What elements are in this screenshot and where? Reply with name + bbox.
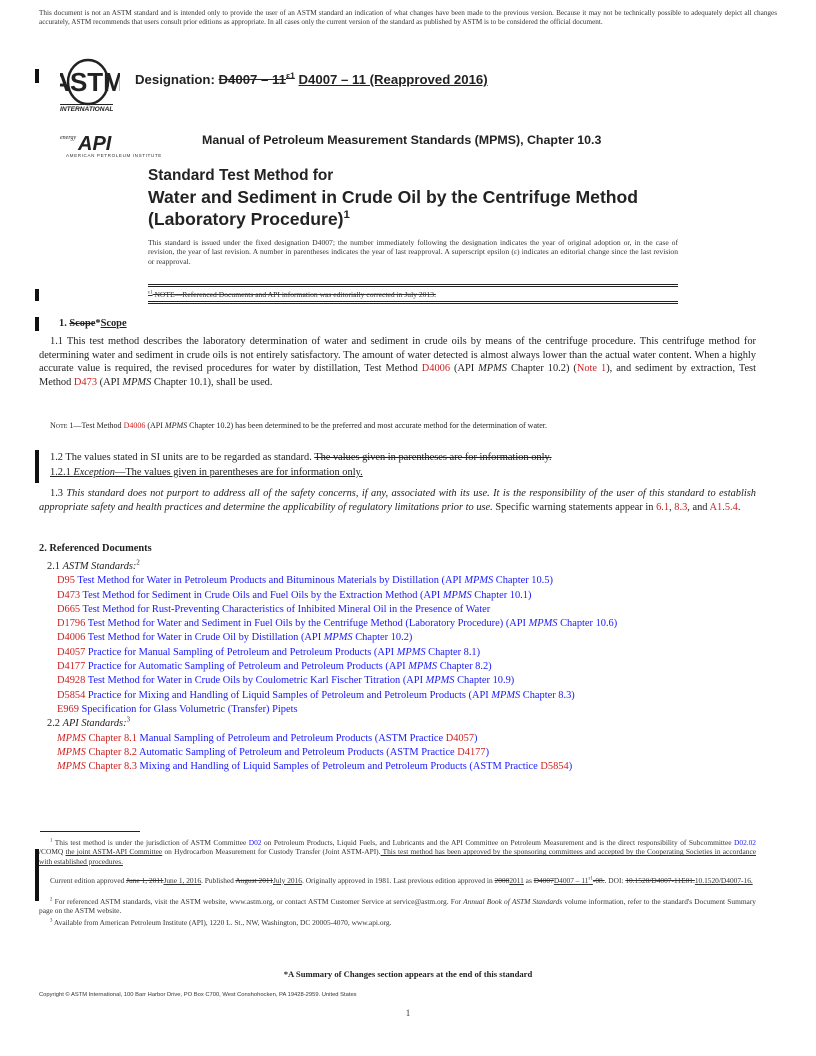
title-line-1: Standard Test Method for [148,167,334,184]
api-logo-caption: AMERICAN PETROLEUM INSTITUTE [66,153,162,158]
ref-chapter-link[interactable]: MPMS Chapter 8.3 [57,761,137,772]
ref-code-link[interactable]: D4928 [57,675,85,686]
designation-new: D4007 – 11 (Reapproved 2016) [298,72,488,87]
change-bar [35,317,39,331]
paragraph-1-2: 1.2 The values stated in SI units are to… [50,452,552,463]
link-6-1[interactable]: 6.1 [656,502,669,513]
change-bar [35,69,39,83]
ref-title: Test Method for Water in Crude Oils by C… [87,675,515,687]
astm-reference-item: D665 Test Method for Rust-Preventing Cha… [57,603,756,617]
ref-code-link[interactable]: D1796 [57,618,85,629]
astm-reference-item: D1796 Test Method for Water and Sediment… [57,617,756,631]
paragraph-1-2-1: 1.2.1 Exception—The values given in pare… [50,467,363,478]
ref-chapter-link[interactable]: MPMS Chapter 8.1 [57,733,137,744]
astm-reference-item: E969 Specification for Glass Volumetric … [57,703,756,717]
ref-code-link[interactable]: D5854 [57,690,85,701]
mpms-chapter-line: Manual of Petroleum Measurement Standard… [202,133,602,147]
ref-title: Practice for Manual Sampling of Petroleu… [87,646,481,658]
link-d02-02[interactable]: D02.02 [734,838,756,847]
epsilon-note: ε1 NOTE—Referenced Documents and API inf… [148,290,436,299]
ref-title: Test Method for Water and Sediment in Fu… [87,618,618,630]
ref-title: Test Method for Rust-Preventing Characte… [82,603,491,615]
ref-code-link[interactable]: D4057 [57,647,85,658]
link-d4006[interactable]: D4006 [422,363,450,374]
ref-title: Specification for Glass Volumetric (Tran… [81,703,298,715]
designation-old: D4007 – 11ε1 [218,70,295,87]
astm-standards-label: 2.1 ASTM Standards:2 [47,559,140,572]
link-d02[interactable]: D02 [249,838,262,847]
ref-title: Test Method for Water in Petroleum Produ… [77,575,553,587]
summary-of-changes-note: *A Summary of Changes section appears at… [283,969,533,979]
disclaimer-text: This document is not an ASTM standard an… [39,9,777,26]
link-d473[interactable]: D473 [74,377,97,388]
svg-text:energy: energy [60,135,76,141]
ref-title: Automatic Sampling of Petroleum and Petr… [136,746,490,758]
astm-reference-item: D473 Test Method for Sediment in Crude O… [57,589,756,603]
paragraph-1-1: 1.1 This test method describes the labor… [39,336,756,388]
ref-code-link[interactable]: D4006 [57,632,85,643]
designation: Designation: D4007 – 11ε1 D4007 – 11 (Re… [135,70,488,87]
astm-reference-item: D4057 Practice for Manual Sampling of Pe… [57,646,756,660]
astm-logo-caption: INTERNATIONAL [60,104,114,113]
designation-label: Designation: [135,72,219,87]
svg-text:ASTM: ASTM [60,67,120,97]
page-number: 1 [405,1008,411,1018]
double-rule-bottom [148,301,678,304]
note-1: Note 1—Test Method D4006 (API MPMS Chapt… [50,421,547,430]
ref-title: Test Method for Sediment in Crude Oils a… [82,589,532,601]
ref-title: Test Method for Water in Crude Oil by Di… [87,632,413,644]
section-1-heading: 1. Scope*Scope [59,318,127,329]
svg-text:API: API [77,133,112,155]
footnote-3: 3 Available from American Petroleum Inst… [50,918,392,927]
link-8-3[interactable]: 8.3 [674,502,687,513]
api-reference-item: MPMS Chapter 8.1 Manual Sampling of Petr… [57,732,756,746]
ref-code-link[interactable]: D95 [57,575,75,586]
astm-reference-item: D5854 Practice for Mixing and Handling o… [57,689,756,703]
ref-code-link[interactable]: D473 [57,590,80,601]
astm-reference-item: D4177 Practice for Automatic Sampling of… [57,660,756,674]
change-bar [35,289,39,301]
paragraph-1-3: 1.3 This standard does not purport to ad… [39,488,756,513]
footnote-1: 1 This test method is under the jurisdic… [39,838,757,866]
footnote-edition: Current edition approved June 1, 2011Jun… [50,876,753,885]
link-note-1[interactable]: Note 1 [577,363,606,374]
ref-code-link[interactable]: D4177 [57,661,85,672]
ref-code-link[interactable]: E969 [57,704,79,715]
footnote-2: 2 For referenced ASTM standards, visit t… [39,897,756,916]
double-rule-top [148,284,678,287]
title-line-2: Water and Sediment in Crude Oil by the C… [148,187,639,229]
ref-title: Practice for Automatic Sampling of Petro… [87,661,492,673]
copyright: Copyright © ASTM International, 100 Barr… [39,992,357,998]
title-footnote-mark: 1 [343,209,350,222]
ref-title: Mixing and Handling of Liquid Samples of… [136,761,573,773]
footnote-rule [40,831,140,832]
ref-code-link[interactable]: D665 [57,604,80,615]
section-2-heading: 2. Referenced Documents [39,543,152,554]
api-reference-item: MPMS Chapter 8.3 Mixing and Handling of … [57,760,756,774]
astm-reference-item: D4928 Test Method for Water in Crude Oil… [57,674,756,688]
api-standards-label: 2.2 API Standards:3 [47,716,130,730]
issued-statement: This standard is issued under the fixed … [148,238,678,266]
ref-chapter-link[interactable]: MPMS Chapter 8.2 [57,747,137,758]
link-d4006-note[interactable]: D4006 [124,421,146,430]
referenced-documents-list: 2.1 ASTM Standards:2 D95 Test Method for… [47,560,756,774]
link-a1-5-4[interactable]: A1.5.4 [710,502,738,513]
astm-reference-item: D95 Test Method for Water in Petroleum P… [57,574,756,588]
ref-title: Practice for Mixing and Handling of Liqu… [87,689,575,701]
api-reference-item: MPMS Chapter 8.2 Automatic Sampling of P… [57,746,756,760]
ref-title: Manual Sampling of Petroleum and Petrole… [136,732,478,744]
astm-reference-item: D4006 Test Method for Water in Crude Oil… [57,631,756,645]
